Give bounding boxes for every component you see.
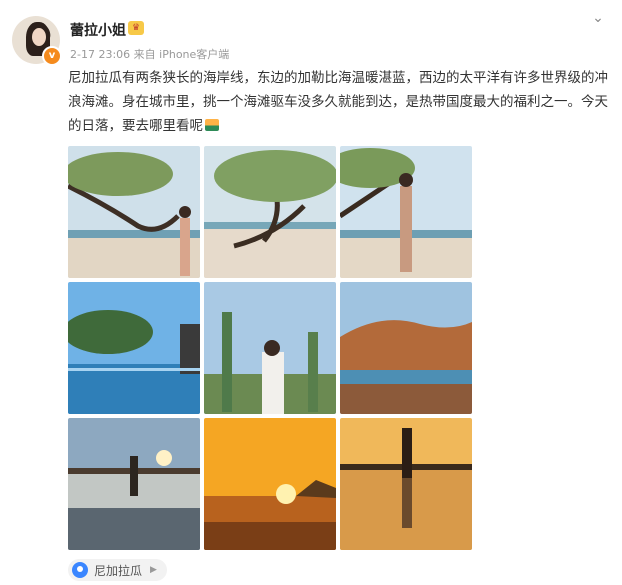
vip-crown-icon: ♛ (128, 21, 144, 35)
post-meta: 2-17 23:06 来自 iPhone客户端 (70, 48, 230, 61)
sunset-emoji-icon (205, 119, 219, 131)
sunset-sea-image (204, 418, 336, 550)
photo-1[interactable] (68, 146, 200, 278)
photo-3[interactable] (340, 146, 472, 278)
photo-2[interactable] (204, 146, 336, 278)
avatar-face (32, 28, 46, 46)
photo-7[interactable] (68, 418, 200, 550)
post-text-content: 尼加拉瓜有两条狭长的海岸线，东边的加勒比海温暖湛蓝，西边的太平洋有许多世界级的冲… (68, 70, 608, 134)
tree-beach-woman-2-image (340, 146, 472, 278)
tree-beach-image (204, 146, 336, 278)
sunset-reflection-woman-image (340, 418, 472, 550)
photo-8[interactable] (204, 418, 336, 550)
play-arrow-icon: ▶ (150, 565, 157, 575)
photo-6[interactable] (340, 282, 472, 414)
infinity-pool-image (68, 282, 200, 414)
cactus-woman-image (204, 282, 336, 414)
photo-grid (68, 146, 472, 550)
location-label: 尼加拉瓜 (94, 563, 143, 578)
rocky-coast-image (340, 282, 472, 414)
post-text: 尼加拉瓜有两条狭长的海岸线，东边的加勒比海温暖湛蓝，西边的太平洋有许多世界级的冲… (68, 66, 608, 138)
photo-4[interactable] (68, 282, 200, 414)
username[interactable]: 蕾拉小姐 (70, 20, 126, 40)
chevron-down-icon[interactable]: ⌄ (588, 10, 608, 26)
verified-badge-icon: v (42, 46, 62, 66)
sunset-woman-beach-image (68, 418, 200, 550)
photo-5[interactable] (204, 282, 336, 414)
tree-beach-woman-image (68, 146, 200, 278)
weibo-post-card: v 蕾拉小姐 ♛ 2-17 23:06 来自 iPhone客户端 ⌄ 尼加拉瓜有… (0, 0, 622, 585)
location-pin-icon (72, 562, 88, 578)
photo-9[interactable] (340, 418, 472, 550)
location-tag[interactable]: 尼加拉瓜 ▶ (68, 559, 167, 581)
